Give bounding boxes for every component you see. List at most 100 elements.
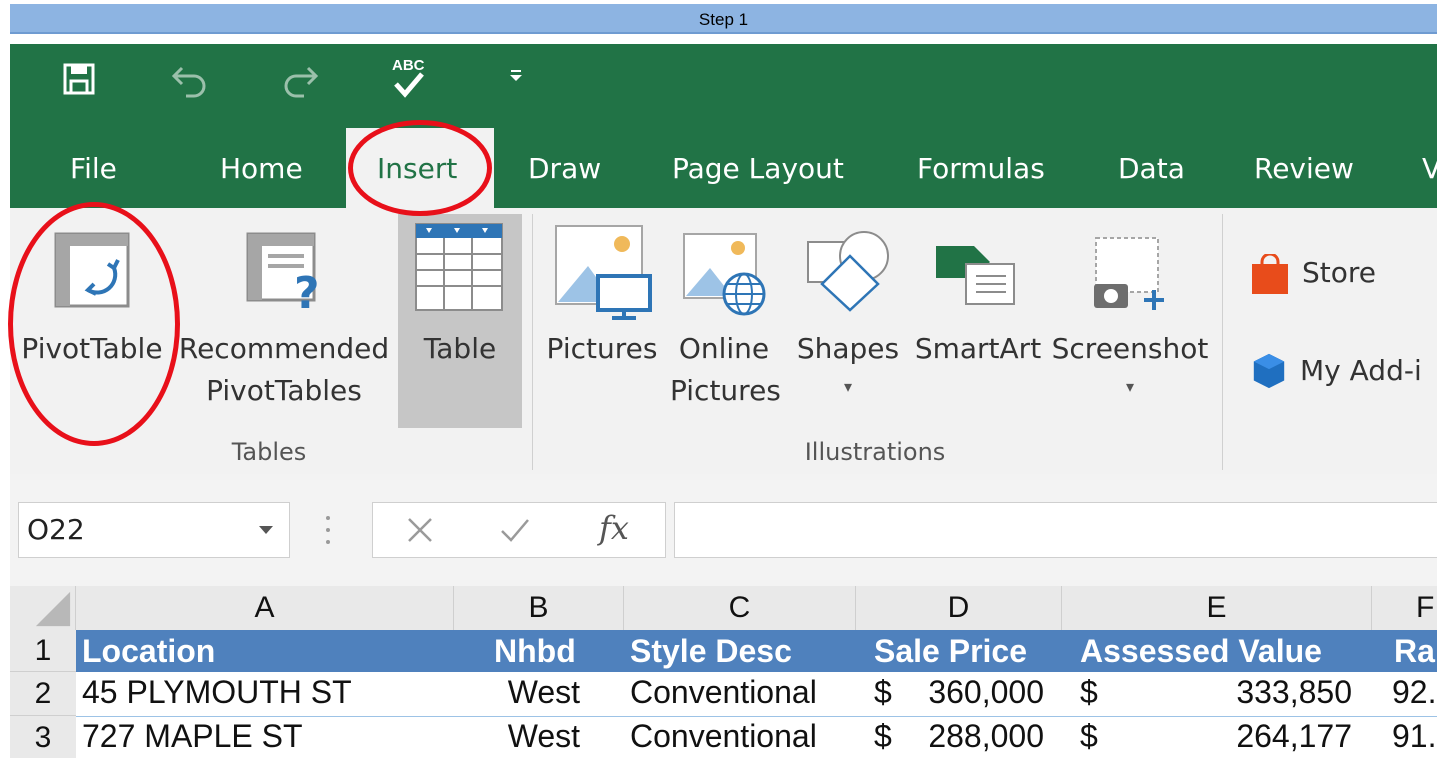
header-cell-ratio[interactable]: Ra <box>1372 630 1437 672</box>
shapes-label: Shapes <box>796 332 900 365</box>
my-addins-label: My Add-i <box>1300 354 1422 387</box>
cell-a2[interactable]: 45 PLYMOUTH ST <box>82 674 452 711</box>
select-all-corner[interactable] <box>10 586 76 630</box>
header-cell-style-desc[interactable]: Style Desc <box>624 630 856 672</box>
tab-formulas[interactable]: Formulas <box>917 152 1045 192</box>
pictures-icon <box>555 225 652 320</box>
step-label: Step 1 <box>698 10 749 29</box>
recommended-pivottables-button[interactable]: ? Recommended PivotTables <box>176 216 392 416</box>
recommended-pivottables-icon: ? <box>246 232 320 310</box>
online-pictures-label-line2: Pictures <box>670 374 781 407</box>
my-addins-icon <box>1253 353 1285 389</box>
pivottable-button[interactable]: PivotTable <box>14 216 170 386</box>
store-label: Store <box>1302 256 1377 289</box>
my-addins-button[interactable]: My Add-i <box>1246 348 1437 398</box>
tables-group-label: Tables <box>231 438 307 466</box>
cell-e3-currency: $ <box>1080 718 1098 754</box>
svg-text:ABC: ABC <box>392 57 425 74</box>
screenshot-label: Screenshot <box>1051 332 1209 365</box>
online-pictures-icon <box>683 233 766 316</box>
cell-e2-currency: $ <box>1080 674 1098 710</box>
qat-customize-icon[interactable] <box>506 66 526 86</box>
shapes-icon <box>807 231 889 312</box>
formula-buttons: fx <box>372 502 666 558</box>
tab-home[interactable]: Home <box>220 152 303 192</box>
tab-view[interactable]: V <box>1422 152 1437 192</box>
recommended-label-line2: PivotTables <box>206 374 362 407</box>
shapes-button[interactable]: Shapes ▾ <box>792 216 904 406</box>
tab-draw[interactable]: Draw <box>528 152 601 192</box>
row-divider <box>76 716 1437 717</box>
undo-icon[interactable] <box>170 62 210 98</box>
row-header-1[interactable]: 1 <box>10 630 76 672</box>
row-header-3[interactable]: 3 <box>10 716 76 758</box>
cell-f3[interactable]: 91.7 <box>1392 718 1437 755</box>
name-box[interactable]: O22 <box>18 502 290 558</box>
cell-b3[interactable]: West <box>454 718 580 755</box>
column-header-a[interactable]: A <box>76 586 454 630</box>
name-box-value: O22 <box>27 513 85 546</box>
illustrations-group-label: Illustrations <box>804 438 946 466</box>
insert-function-button[interactable]: fx <box>599 509 629 547</box>
column-header-b[interactable]: B <box>454 586 624 630</box>
pivottable-label: PivotTable <box>21 332 163 365</box>
chevron-down-icon[interactable] <box>257 523 275 537</box>
column-header-e[interactable]: E <box>1062 586 1372 630</box>
drag-handle-icon[interactable] <box>320 510 336 550</box>
cell-c2[interactable]: Conventional <box>630 674 856 711</box>
tab-review[interactable]: Review <box>1254 152 1354 192</box>
title-bar: ABC File Home Insert Draw Page Layout Fo… <box>10 44 1437 208</box>
cell-d3[interactable]: 288,000 <box>900 718 1044 755</box>
enter-check-icon[interactable] <box>499 515 531 545</box>
svg-text:?: ? <box>294 268 320 310</box>
online-pictures-label-line1: Online <box>678 332 770 365</box>
store-icon <box>1252 254 1288 294</box>
header-cell-nhbd[interactable]: Nhbd <box>454 630 624 672</box>
cell-e3[interactable]: 264,177 <box>1110 718 1352 755</box>
header-cell-assessed-value[interactable]: Assessed Value <box>1062 630 1372 672</box>
cell-f2[interactable]: 92.7 <box>1392 674 1437 711</box>
spelling-check-icon[interactable]: ABC <box>388 54 430 102</box>
step-banner: Step 1 <box>10 4 1437 34</box>
table-button[interactable]: Table <box>398 214 522 428</box>
cell-d2[interactable]: 360,000 <box>900 674 1044 711</box>
ribbon-insert: PivotTable ? Recommended PivotTables Tab… <box>10 208 1437 474</box>
screenshot-dropdown-icon[interactable]: ▾ <box>1050 366 1210 408</box>
store-button[interactable]: Store <box>1246 252 1426 302</box>
row-header-2[interactable]: 2 <box>10 672 76 716</box>
cell-c3[interactable]: Conventional <box>630 718 856 755</box>
column-header-f[interactable]: F <box>1372 586 1437 630</box>
recommended-label-line1: Recommended <box>178 332 390 365</box>
pictures-button[interactable]: Pictures <box>540 216 664 386</box>
formula-bar: O22 fx <box>10 474 1437 586</box>
tab-file[interactable]: File <box>70 152 117 192</box>
cell-b2[interactable]: West <box>454 674 580 711</box>
online-pictures-button[interactable]: Online Pictures <box>670 216 781 416</box>
redo-icon[interactable] <box>280 62 320 98</box>
save-icon[interactable] <box>62 62 96 96</box>
worksheet-grid: A B C D E F 1 2 3 Location Nhbd Style De… <box>10 586 1437 758</box>
header-cell-location[interactable]: Location <box>76 630 454 672</box>
tab-data[interactable]: Data <box>1118 152 1185 192</box>
formula-input[interactable] <box>674 502 1437 558</box>
tab-page-layout[interactable]: Page Layout <box>672 152 844 192</box>
cell-e2[interactable]: 333,850 <box>1110 674 1352 711</box>
column-header-c[interactable]: C <box>624 586 856 630</box>
tab-insert[interactable]: Insert <box>377 152 457 192</box>
group-separator <box>1222 214 1223 470</box>
pictures-label: Pictures <box>546 332 658 365</box>
cell-a3[interactable]: 727 MAPLE ST <box>82 718 452 755</box>
shapes-dropdown-icon[interactable]: ▾ <box>792 366 904 408</box>
screenshot-icon <box>1094 237 1164 310</box>
table-icon <box>415 223 503 311</box>
smartart-button[interactable]: SmartArt <box>910 216 1046 386</box>
table-label: Table <box>423 332 497 365</box>
header-cell-sale-price[interactable]: Sale Price <box>856 630 1062 672</box>
screenshot-button[interactable]: Screenshot ▾ <box>1050 216 1210 406</box>
cancel-icon[interactable] <box>405 515 435 545</box>
pivottable-icon <box>54 232 130 308</box>
smartart-label: SmartArt <box>914 332 1042 365</box>
group-separator <box>532 214 533 470</box>
column-header-d[interactable]: D <box>856 586 1062 630</box>
select-all-triangle-icon <box>35 591 71 627</box>
